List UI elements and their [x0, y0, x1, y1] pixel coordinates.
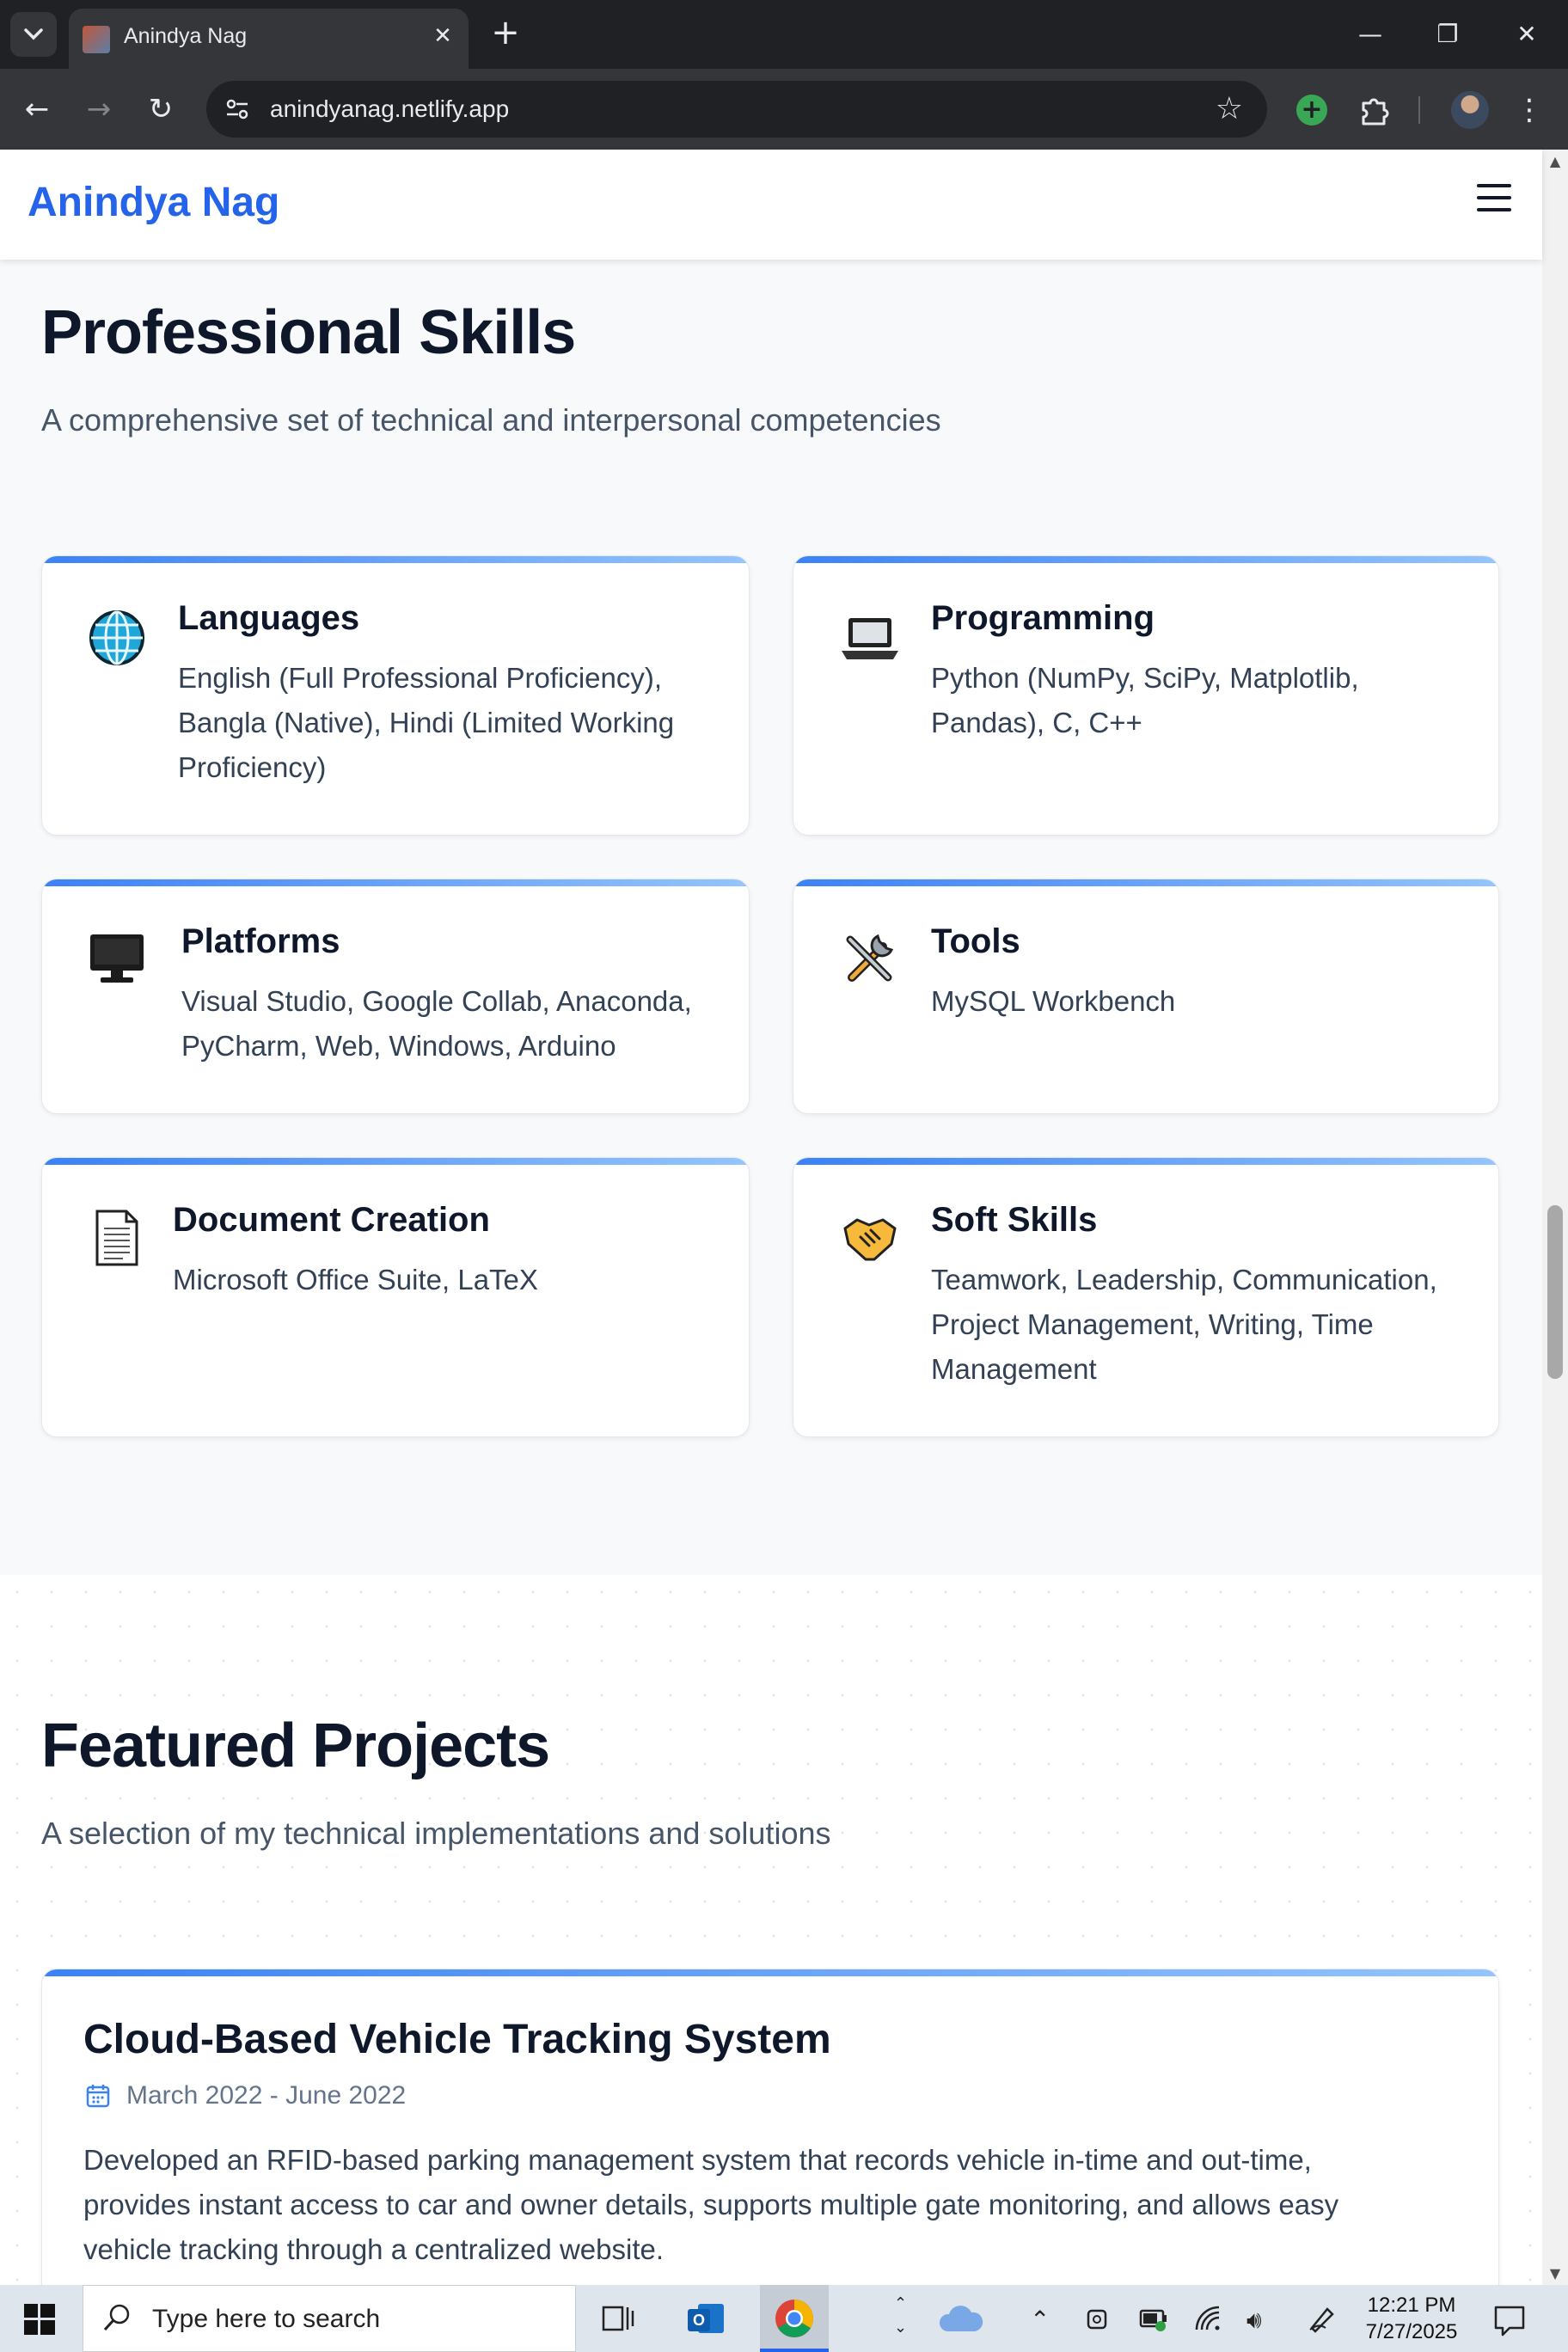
reload-button[interactable]: ↻	[139, 88, 182, 131]
taskbar-scroll-arrows-icon[interactable]: ⌃ ⌄	[894, 2292, 907, 2340]
skill-card-document-creation: Document Creation Microsoft Office Suite…	[41, 1157, 750, 1437]
skill-card-platforms: Platforms Visual Studio, Google Collab, …	[41, 879, 750, 1114]
forward-button[interactable]: →	[77, 88, 120, 131]
projects-subtitle: A selection of my technical implementati…	[41, 1816, 831, 1851]
browser-tab[interactable]: Anindya Nag ✕	[69, 9, 469, 69]
skill-card-text: Microsoft Office Suite, LaTeX	[173, 1264, 538, 1295]
skill-card-text: Visual Studio, Google Collab, Anaconda, …	[181, 985, 692, 1062]
skill-card-title: Document Creation	[173, 1201, 490, 1239]
minimize-button[interactable]: —	[1350, 15, 1391, 53]
outlook-icon[interactable]: O	[684, 2297, 727, 2340]
battery-charging-icon[interactable]	[1138, 2304, 1169, 2333]
hamburger-menu-icon[interactable]	[1477, 184, 1511, 213]
meet-now-icon[interactable]	[1083, 2304, 1112, 2333]
back-button[interactable]: ←	[15, 88, 58, 131]
projects-heading: Featured Projects	[41, 1712, 550, 1780]
laptop-icon	[842, 618, 898, 659]
scroll-down-arrow-icon[interactable]: ▼	[1542, 2263, 1568, 2285]
favicon-icon	[83, 26, 110, 53]
chrome-icon	[775, 2300, 813, 2337]
skill-card-text: Python (NumPy, SciPy, Matplotlib, Pandas…	[931, 662, 1359, 738]
search-icon	[103, 2304, 130, 2331]
tab-close-icon[interactable]: ✕	[429, 22, 456, 50]
url-text[interactable]: anindyanag.netlify.app	[270, 95, 509, 123]
document-icon	[95, 1210, 138, 1266]
extension-plus-icon[interactable]: +	[1296, 95, 1327, 126]
chevron-down-icon	[24, 28, 43, 40]
new-tab-button[interactable]: +	[487, 15, 524, 53]
clock-time: 12:21 PM	[1367, 2294, 1456, 2317]
site-info-icon[interactable]	[224, 95, 251, 123]
close-window-button[interactable]: ✕	[1506, 15, 1547, 53]
site-header: Anindya Nag	[0, 150, 1542, 260]
skills-subtitle: A comprehensive set of technical and int…	[41, 402, 941, 438]
browser-menu-icon[interactable]: ⋮	[1515, 89, 1544, 131]
globe-icon	[89, 610, 144, 665]
notification-center-icon[interactable]	[1492, 2302, 1527, 2337]
skill-card-tools: Tools MySQL Workbench	[793, 879, 1499, 1114]
windows-start-icon[interactable]	[24, 2304, 55, 2335]
scroll-up-arrow-icon[interactable]: ▲	[1542, 150, 1568, 174]
extensions-puzzle-icon[interactable]	[1357, 91, 1394, 129]
wifi-icon[interactable]	[1193, 2304, 1222, 2333]
taskbar-search-box[interactable]: Type here to search	[83, 2285, 576, 2352]
site-brand-logo[interactable]: Anindya Nag	[28, 179, 279, 226]
skill-card-title: Soft Skills	[931, 1201, 1098, 1239]
tab-title: Anindya Nag	[124, 24, 248, 48]
taskbar-clock[interactable]: 12:21 PM 7/27/2025	[1360, 2292, 1463, 2345]
project-description: Developed an RFID-based parking manageme…	[83, 2144, 1339, 2265]
taskbar-chrome-active[interactable]	[760, 2285, 829, 2352]
skill-card-title: Programming	[931, 599, 1155, 637]
calendar-icon	[86, 2085, 110, 2108]
pen-icon[interactable]	[1307, 2304, 1336, 2333]
skill-card-text: MySQL Workbench	[931, 985, 1176, 1017]
skill-card-languages: Languages English (Full Professional Pro…	[41, 555, 750, 836]
windows-taskbar: Type here to search O ⌃ ⌄ ⌃ 🔊︎ 12:21 PM …	[0, 2285, 1568, 2352]
monitor-icon	[90, 934, 144, 983]
browser-toolbar: ← → ↻ anindyanag.netlify.app ☆ + ⋮	[0, 69, 1568, 150]
volume-icon[interactable]: 🔊︎	[1246, 2306, 1262, 2335]
skills-heading: Professional Skills	[41, 298, 576, 367]
skill-card-title: Tools	[931, 922, 1020, 960]
toolbar-separator	[1418, 96, 1420, 124]
skill-card-text: English (Full Professional Proficiency),…	[178, 662, 675, 783]
svg-text:O: O	[693, 2312, 705, 2329]
clock-date: 7/27/2025	[1365, 2320, 1458, 2343]
task-view-icon[interactable]	[597, 2297, 640, 2340]
show-hidden-icons-icon[interactable]: ⌃	[1030, 2306, 1050, 2334]
skill-card-text: Teamwork, Leadership, Communication, Pro…	[931, 1264, 1437, 1385]
onedrive-cloud-icon[interactable]	[937, 2302, 985, 2337]
tools-icon	[846, 934, 894, 982]
scrollbar-thumb[interactable]	[1547, 1205, 1563, 1379]
taskbar-search-placeholder: Type here to search	[152, 2305, 381, 2333]
tab-search-button[interactable]	[10, 12, 57, 57]
skill-card-soft-skills: Soft Skills Teamwork, Leadership, Commun…	[793, 1157, 1499, 1437]
restore-button[interactable]: ❐	[1427, 15, 1468, 53]
browser-tab-bar: Anindya Nag ✕ + — ❐ ✕	[0, 0, 1568, 69]
skill-card-title: Platforms	[181, 922, 340, 960]
skill-card-title: Languages	[178, 599, 360, 637]
handshake-icon	[843, 1218, 897, 1261]
bookmark-star-icon[interactable]: ☆	[1216, 91, 1243, 126]
project-title[interactable]: Cloud-Based Vehicle Tracking System	[83, 2016, 831, 2063]
profile-avatar[interactable]	[1451, 91, 1489, 129]
address-bar[interactable]: anindyanag.netlify.app ☆	[206, 81, 1267, 138]
skill-card-programming: Programming Python (NumPy, SciPy, Matplo…	[793, 555, 1499, 836]
project-card: Cloud-Based Vehicle Tracking System Marc…	[41, 1969, 1499, 2312]
project-date: March 2022 - June 2022	[126, 2081, 407, 2110]
